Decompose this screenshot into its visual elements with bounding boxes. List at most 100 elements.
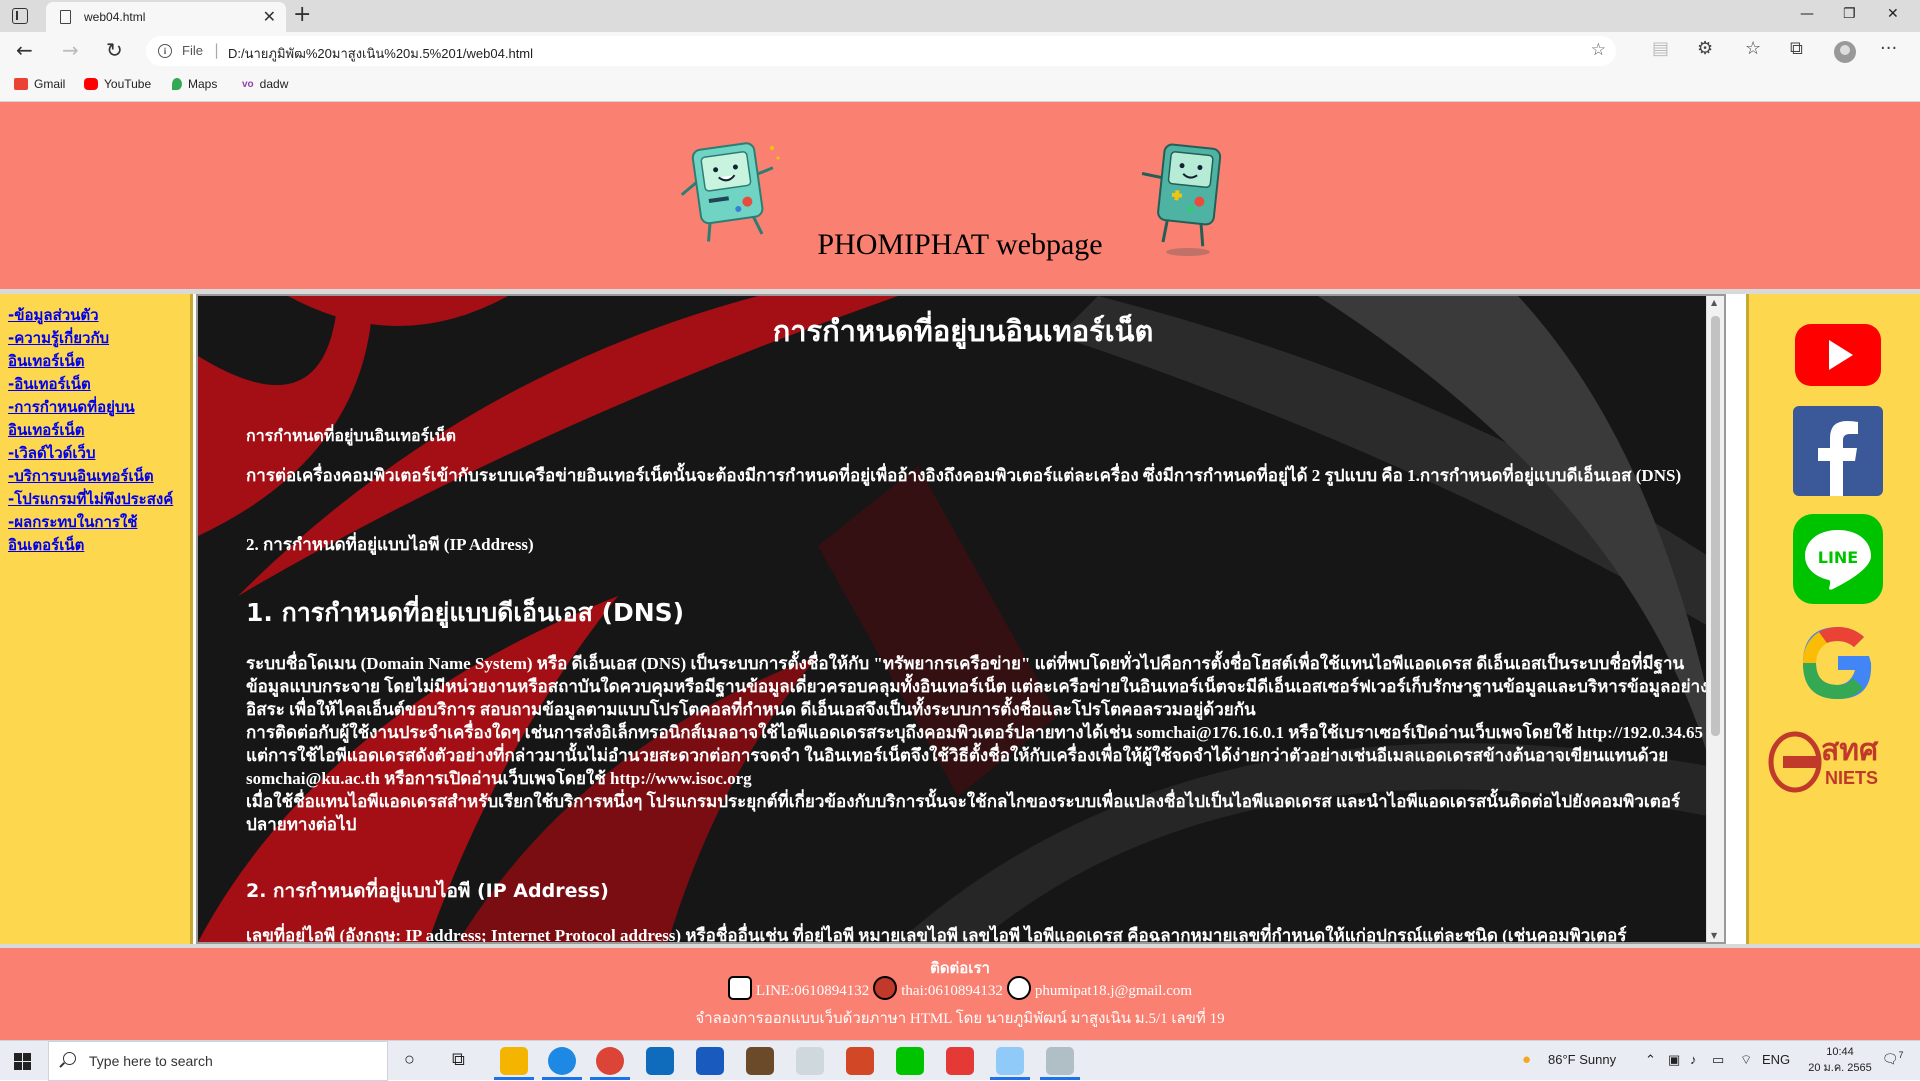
mail-icon[interactable] (646, 1047, 674, 1075)
search-icon (63, 1052, 76, 1065)
bookmark-maps[interactable]: Maps (172, 77, 217, 91)
address-bar[interactable]: i File | D:/นายภูมิพัฒ%20มาสูงเนิน%20ม.5… (146, 36, 1616, 66)
facebook-icon[interactable] (1793, 406, 1883, 496)
chrome-icon[interactable] (596, 1047, 624, 1075)
address-toolbar: ← → ↻ i File | D:/นายภูมิพัฒ%20มาสูงเนิน… (0, 32, 1920, 70)
network-icon[interactable]: ▣ (1668, 1052, 1680, 1068)
reading-view-icon[interactable]: ▤ (1652, 39, 1669, 59)
new-tab-icon[interactable]: + (293, 2, 311, 27)
line-icon[interactable]: LINE (1793, 514, 1883, 604)
reload-icon[interactable]: ↻ (106, 40, 123, 60)
language-indicator[interactable]: ENG (1762, 1052, 1790, 1067)
restore-icon[interactable]: ❐ (1843, 6, 1856, 22)
nav-link-internet-addressing[interactable]: -การกำหนดที่อยู่บนอินเทอร์เน็ต (8, 396, 183, 442)
url-text[interactable]: D:/นายภูมิพัฒ%20มาสูงเนิน%20ม.5%201/web0… (228, 43, 533, 64)
nav-link-internet-knowledge[interactable]: -ความรู้เกี่ยวกับอินเทอร์เน็ต (8, 327, 183, 373)
section-dns-paragraph-1: ระบบชื่อโดเมน (Domain Name System) หรือ … (246, 654, 1709, 719)
footer-email[interactable]: phumipat18.j@gmail.com (1035, 983, 1192, 1000)
url-separator: | (214, 41, 220, 59)
nav-link-personal-info[interactable]: -ข้อมูลส่วนตัว (8, 304, 183, 327)
scroll-up-icon[interactable]: ▲ (1711, 298, 1717, 307)
youtube-icon (84, 78, 98, 90)
favorites-icon[interactable]: ☆ (1745, 39, 1761, 59)
file-explorer-icon[interactable] (500, 1047, 528, 1075)
browser-tab-bar: web04.html ✕ + — ❐ ✕ (0, 0, 1920, 32)
maps-pin-icon (172, 78, 182, 90)
powerpoint-icon[interactable] (846, 1047, 874, 1075)
nav-link-world-wide-web[interactable]: -เวิลด์ไวด์เว็บ (8, 442, 183, 465)
taskbar-search[interactable]: Type here to search (48, 1041, 388, 1081)
app-icon-2[interactable] (946, 1047, 974, 1075)
app-icon[interactable] (746, 1047, 774, 1075)
forward-icon[interactable]: → (62, 40, 79, 60)
clock-date: 20 ม.ค. 2565 (1808, 1062, 1872, 1074)
line-app-icon[interactable] (896, 1047, 924, 1075)
weather-text[interactable]: 86°F Sunny (1548, 1052, 1616, 1067)
niets-logo[interactable]: สทศ NIETS (1761, 726, 1911, 798)
social-sidebar: LINE สทศ NIETS (1746, 294, 1920, 944)
app-icon-3[interactable] (996, 1047, 1024, 1075)
weather-icon: ● (1522, 1051, 1532, 1068)
windows-start-icon[interactable] (14, 1053, 31, 1070)
google-icon[interactable] (1793, 620, 1883, 706)
close-tab-icon[interactable]: ✕ (263, 7, 276, 26)
cortana-icon[interactable]: ○ (404, 1049, 415, 1070)
wifi-icon[interactable]: ⌔ (1740, 1052, 1752, 1068)
profile-avatar[interactable] (1834, 41, 1856, 63)
tab-actions-icon[interactable] (12, 8, 28, 24)
clock-time: 10:44 (1826, 1046, 1854, 1058)
notification-center-icon[interactable]: 🗨7 (1882, 1050, 1904, 1067)
content-scrollbar[interactable]: ▲ ▼ (1706, 296, 1724, 942)
collections-icon[interactable]: ⧉ (1790, 39, 1803, 59)
nav-link-malware[interactable]: -โปรแกรมที่ไม่พึงประสงค์ (8, 488, 183, 511)
volume-icon[interactable]: ♪ (1690, 1052, 1697, 1067)
info-icon[interactable]: i (158, 44, 172, 58)
bookmark-youtube[interactable]: YouTube (84, 77, 151, 91)
article-subheading: การกำหนดที่อยู่บนอินเทอร์เน็ต (246, 426, 456, 445)
sidebar-nav: -ข้อมูลส่วนตัว -ความรู้เกี่ยวกับอินเทอร์… (0, 294, 193, 944)
notification-count: 7 (1898, 1050, 1904, 1060)
close-window-icon[interactable]: ✕ (1887, 6, 1899, 22)
nav-link-internet-services[interactable]: -บริการบนอินเทอร์เน็ต (8, 465, 183, 488)
favorite-star-icon[interactable]: ☆ (1591, 40, 1606, 60)
word-icon[interactable] (696, 1047, 724, 1075)
gmail-icon (14, 78, 28, 90)
bookmarks-bar: Gmail YouTube Maps vo dadw (0, 70, 1920, 102)
intro-paragraph: การต่อเครื่องคอมพิวเตอร์เข้ากับระบบเครือ… (246, 466, 1682, 485)
notepad-icon[interactable] (796, 1047, 824, 1075)
search-placeholder: Type here to search (89, 1053, 213, 1069)
browser-tab[interactable]: web04.html ✕ (46, 2, 286, 32)
minimize-icon[interactable]: — (1800, 6, 1814, 22)
windows-taskbar: Type here to search ○ ⧉ ● 86°F Sunny ⌃ ▣… (0, 1040, 1920, 1081)
article-heading: การกำหนดที่อยู่บนอินเทอร์เน็ต (772, 314, 1154, 348)
document-icon (60, 10, 71, 24)
bookmark-gmail[interactable]: Gmail (14, 77, 65, 91)
nav-link-internet[interactable]: -อินเทอร์เน็ต (8, 373, 183, 396)
main-content: การกำหนดที่อยู่บนอินเทอร์เน็ต การกำหนดที… (196, 294, 1726, 944)
clock[interactable]: 10:44 20 ม.ค. 2565 (1800, 1044, 1880, 1076)
bookmark-dadw[interactable]: vo dadw (242, 77, 288, 91)
email-icon (1006, 976, 1031, 1000)
more-menu-icon[interactable]: ··· (1880, 39, 1897, 59)
extensions-icon[interactable]: ⚙ (1697, 39, 1713, 59)
nav-link-internet-impact[interactable]: -ผลกระทบในการใช้อินเตอร์เน็ต (8, 511, 183, 557)
page-footer: ติดต่อเรา LINE:0610894132 thai:061089413… (0, 948, 1920, 1040)
scroll-thumb[interactable] (1711, 316, 1720, 736)
url-scheme: File (182, 43, 203, 58)
show-hidden-icons[interactable]: ⌃ (1645, 1052, 1656, 1068)
scroll-down-icon[interactable]: ▼ (1711, 931, 1717, 940)
youtube-icon[interactable] (1793, 322, 1883, 388)
edge-icon[interactable] (548, 1047, 576, 1075)
page-header: PHOMIPHAT webpage (0, 102, 1920, 289)
svg-text:NIETS: NIETS (1825, 768, 1878, 788)
footer-credit: จำลองการออกแบบเว็บด้วยภาษา HTML โดย นายภ… (695, 1011, 1225, 1027)
section-dns-paragraph-3: เมื่อใช้ชื่อแทนไอพีแอดเดรสสำหรับเรียกใช้… (246, 792, 1681, 834)
back-icon[interactable]: ← (16, 40, 33, 60)
battery-icon[interactable]: ▭ (1712, 1052, 1724, 1068)
intro-item-2: 2. การกำหนดที่อยู่แบบไอพี (IP Address) (246, 535, 534, 554)
line-contact-icon (727, 976, 752, 1000)
footer-phone: thai:0610894132 (901, 983, 1003, 999)
task-view-icon[interactable]: ⧉ (452, 1049, 465, 1070)
app-icon-4[interactable] (1046, 1047, 1074, 1075)
footer-contacts: LINE:0610894132 thai:0610894132 phumipat… (0, 976, 1920, 1000)
